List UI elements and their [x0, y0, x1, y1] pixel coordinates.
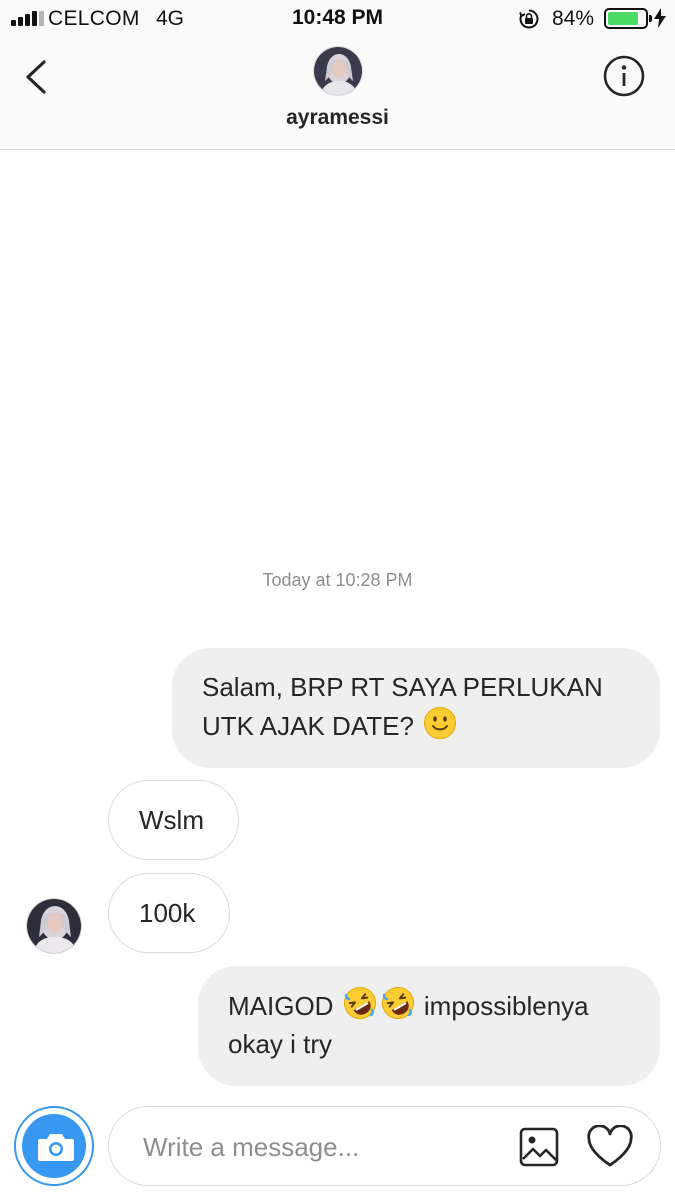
message-bubble-incoming[interactable]: Wslm [108, 780, 239, 860]
message-line: Salam, BRP RT SAYA PERLUKAN [202, 672, 603, 702]
header-username[interactable]: ayramessi [0, 106, 675, 130]
message-text: MAIGOD impossiblenya okay i try [228, 986, 628, 1063]
profile-photo [314, 47, 362, 95]
message-line: okay i try [228, 1029, 333, 1059]
conversation-header: ayramessi [0, 40, 675, 150]
message-text: Salam, BRP RT SAYA PERLUKAN UTK AJAK DAT… [202, 668, 628, 745]
message-text: Wslm [139, 805, 204, 835]
message-composer [108, 1106, 661, 1186]
rolling-laughing-face-icon [343, 987, 376, 1019]
thread-timestamp: Today at 10:28 PM [262, 570, 413, 590]
charging-bolt-icon [654, 8, 666, 28]
battery-icon [604, 8, 652, 29]
slightly-smiling-face-icon [424, 707, 457, 739]
gallery-icon [519, 1127, 559, 1167]
like-button[interactable] [585, 1124, 635, 1169]
rolling-laughing-face-icon [381, 987, 414, 1019]
back-button[interactable] [18, 54, 58, 100]
info-button[interactable] [602, 54, 646, 98]
sender-avatar[interactable] [26, 898, 82, 954]
message-line: impossiblenya [416, 991, 589, 1021]
battery-fill [608, 12, 639, 25]
gallery-button[interactable] [517, 1125, 561, 1169]
info-icon [603, 55, 645, 97]
back-chevron-icon [26, 60, 46, 94]
battery-percent: 84% [552, 7, 595, 30]
heart-icon [587, 1124, 633, 1167]
message-line: UTK AJAK DATE? [202, 711, 422, 741]
message-line: MAIGOD [228, 991, 341, 1021]
status-bar: CELCOM 4G 10:48 PM 84% [0, 0, 675, 40]
header-avatar[interactable] [313, 46, 363, 96]
orientation-lock-icon [519, 9, 539, 29]
message-text: 100k [139, 898, 196, 928]
camera-button[interactable] [14, 1106, 94, 1186]
message-bubble-incoming[interactable]: 100k [108, 873, 230, 953]
profile-photo [27, 899, 81, 953]
message-input[interactable] [143, 1127, 503, 1167]
camera-icon [38, 1134, 74, 1161]
message-bubble-outgoing[interactable]: MAIGOD impossiblenya okay i try [198, 966, 660, 1086]
message-bubble-outgoing[interactable]: Salam, BRP RT SAYA PERLUKAN UTK AJAK DAT… [172, 648, 660, 768]
